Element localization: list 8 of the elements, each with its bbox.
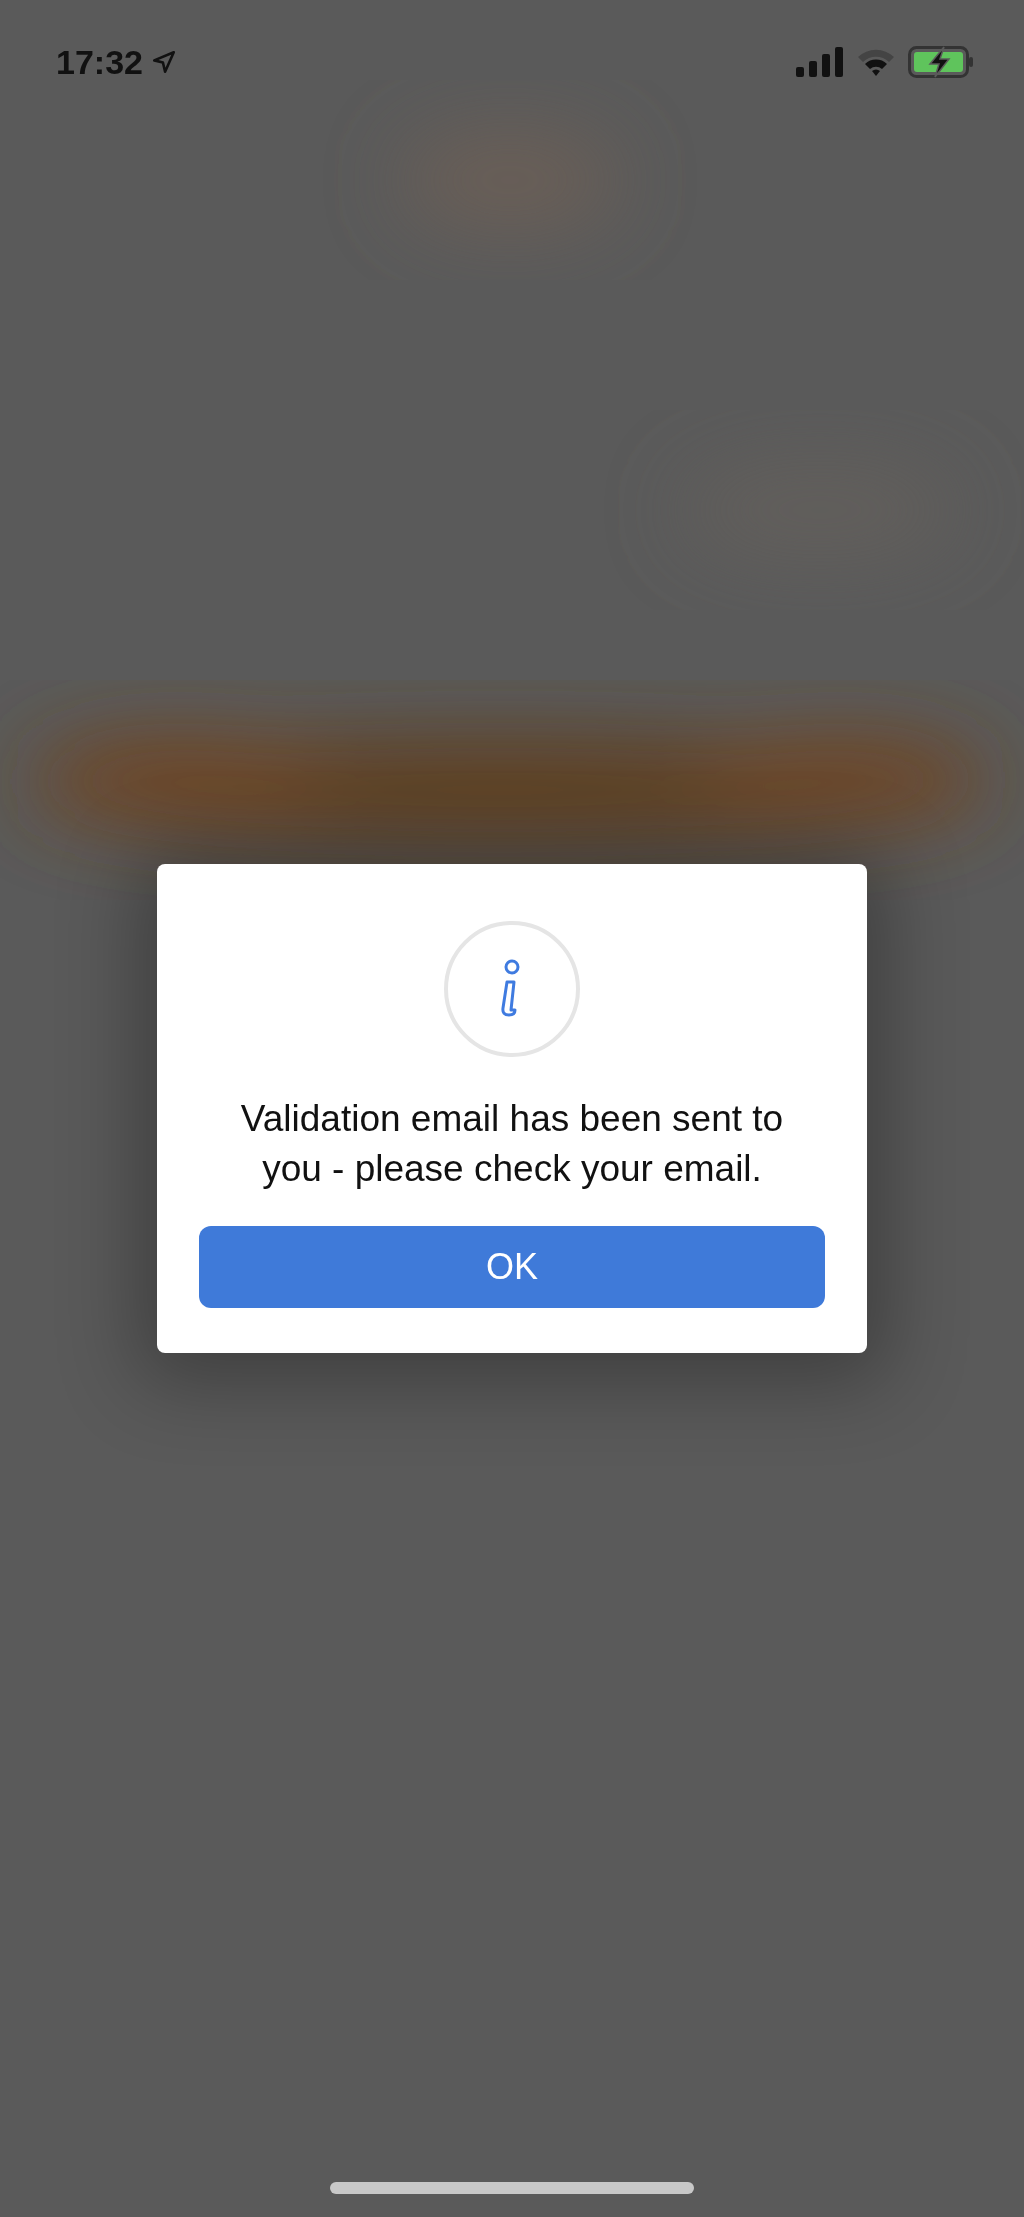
wifi-icon bbox=[856, 47, 896, 77]
status-time: 17:32 bbox=[56, 42, 143, 82]
info-icon bbox=[443, 920, 581, 1058]
location-arrow-icon bbox=[150, 49, 177, 75]
battery-icon bbox=[908, 46, 974, 78]
ok-button[interactable]: OK bbox=[199, 1226, 825, 1308]
signal-icon bbox=[796, 47, 844, 77]
alert-message: Validation email has been sent to you - please check your email. bbox=[239, 1097, 785, 1191]
